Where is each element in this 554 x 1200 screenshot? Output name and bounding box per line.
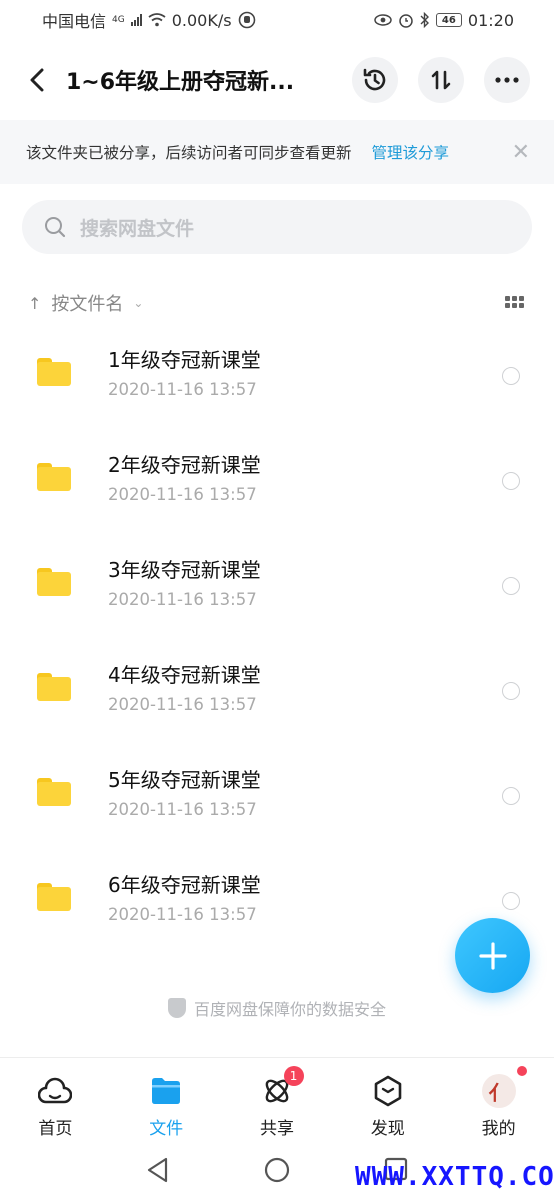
file-date: 2020-11-16 13:57 [108,590,257,609]
file-name: 4年级夺冠新课堂 [108,663,261,687]
file-name: 2年级夺冠新课堂 [108,453,261,477]
share-notice-banner: 该文件夹已被分享，后续访问者可同步查看更新 管理该分享 ✕ [0,120,554,184]
file-name: 5年级夺冠新课堂 [108,768,261,792]
home-cloud-icon [37,1074,73,1108]
bluetooth-icon [420,12,429,28]
folder-icon [37,358,71,386]
grid-view-icon[interactable] [505,296,524,308]
list-item[interactable]: 4年级夺冠新课堂 2020-11-16 13:57 [0,637,554,742]
folder-tab-icon [148,1074,184,1108]
share-notice-text: 该文件夹已被分享，后续访问者可同步查看更新 [26,144,352,162]
list-item[interactable]: 2年级夺冠新课堂 2020-11-16 13:57 [0,427,554,532]
status-right: 46 01:20 [374,11,514,30]
select-checkbox[interactable] [502,892,520,910]
sort-dropdown[interactable]: 按文件名 [51,290,123,316]
history-button[interactable] [352,57,398,103]
battery-icon: 46 [435,13,462,27]
add-button[interactable] [455,918,530,993]
more-button[interactable] [484,57,530,103]
file-date: 2020-11-16 13:57 [108,800,257,819]
tab-discover-label: 发现 [370,1119,405,1139]
tab-share-label: 共享 [259,1119,294,1139]
clock: 01:20 [467,10,514,30]
file-date: 2020-11-16 13:57 [108,905,257,924]
file-list: 1年级夺冠新课堂 2020-11-16 13:57 2年级夺冠新课堂 2020-… [0,322,554,952]
network-speed: 0.00K/s [171,10,232,30]
watermark-text: WWW.XXTTQ.COM [355,1162,554,1192]
nav-back-icon[interactable] [146,1157,170,1187]
history-icon [363,68,386,91]
wifi-icon [148,13,166,27]
avatar: 亻 [481,1074,516,1108]
folder-icon [37,883,71,911]
manage-share-link[interactable]: 管理该分享 [372,141,450,163]
carrier-name: 中国电信 [42,12,107,31]
tab-home-label: 首页 [38,1119,73,1139]
page-title: 1~6年级上册夺冠新... [66,70,295,95]
sort-toggle-button[interactable] [418,57,464,103]
sort-up-arrow-icon: ↑ [28,293,42,313]
status-left: 中国电信 4G 0.00K/s [42,8,256,32]
swap-arrows-icon [431,70,451,90]
list-item[interactable]: 1年级夺冠新课堂 2020-11-16 13:57 [0,322,554,427]
tab-home[interactable]: 首页 [0,1058,111,1143]
tab-me-label: 我的 [481,1119,516,1139]
tab-share[interactable]: 1 共享 [222,1058,333,1143]
notification-badge: 1 [283,1066,304,1086]
folder-icon [37,463,71,491]
plus-icon [478,941,507,970]
list-item[interactable]: 3年级夺冠新课堂 2020-11-16 13:57 [0,532,554,637]
search-input[interactable]: 搜索网盘文件 [22,200,532,254]
discover-hexagon-icon [370,1074,406,1108]
shield-icon [167,998,186,1018]
chevron-down-icon[interactable]: ⌄ [133,296,143,310]
status-bar: 中国电信 4G 0.00K/s 46 01:20 [0,0,554,40]
file-date: 2020-11-16 13:57 [108,485,257,504]
search-placeholder: 搜索网盘文件 [80,217,195,240]
file-date: 2020-11-16 13:57 [108,695,257,714]
signal-icon [130,14,142,26]
select-checkbox[interactable] [502,577,520,595]
close-icon[interactable]: ✕ [512,140,530,165]
file-date: 2020-11-16 13:57 [108,380,257,399]
network-type: 4G [112,15,125,25]
tab-me[interactable]: 亻 我的 [443,1058,554,1143]
alarm-icon [399,14,413,28]
folder-icon [37,673,71,701]
more-dots-icon [495,77,519,83]
folder-icon [37,568,71,596]
nav-home-icon[interactable] [264,1157,290,1187]
file-name: 1年级夺冠新课堂 [108,348,261,372]
select-checkbox[interactable] [502,787,520,805]
file-name: 6年级夺冠新课堂 [108,873,261,897]
eye-icon [374,14,392,26]
tab-discover[interactable]: 发现 [332,1058,443,1143]
tab-files-label: 文件 [149,1119,184,1139]
notification-dot [517,1066,528,1076]
bottom-tab-bar: 首页 文件 1 共享 发现 亻 我的 [0,1057,554,1143]
select-checkbox[interactable] [502,367,520,385]
safety-note-text: 百度网盘保障你的数据安全 [193,1000,386,1019]
sort-row: ↑ 按文件名 ⌄ [28,288,528,318]
back-button[interactable] [22,60,52,100]
back-arrow-icon [30,68,44,92]
folder-icon [37,778,71,806]
safety-note: 百度网盘保障你的数据安全 [0,996,554,1020]
title-bar: 1~6年级上册夺冠新... [0,50,554,110]
search-icon [45,217,66,238]
app-notification-icon [238,11,255,29]
select-checkbox[interactable] [502,682,520,700]
tab-files[interactable]: 文件 [111,1058,222,1143]
select-checkbox[interactable] [502,472,520,490]
list-item[interactable]: 5年级夺冠新课堂 2020-11-16 13:57 [0,742,554,847]
file-name: 3年级夺冠新课堂 [108,558,261,582]
